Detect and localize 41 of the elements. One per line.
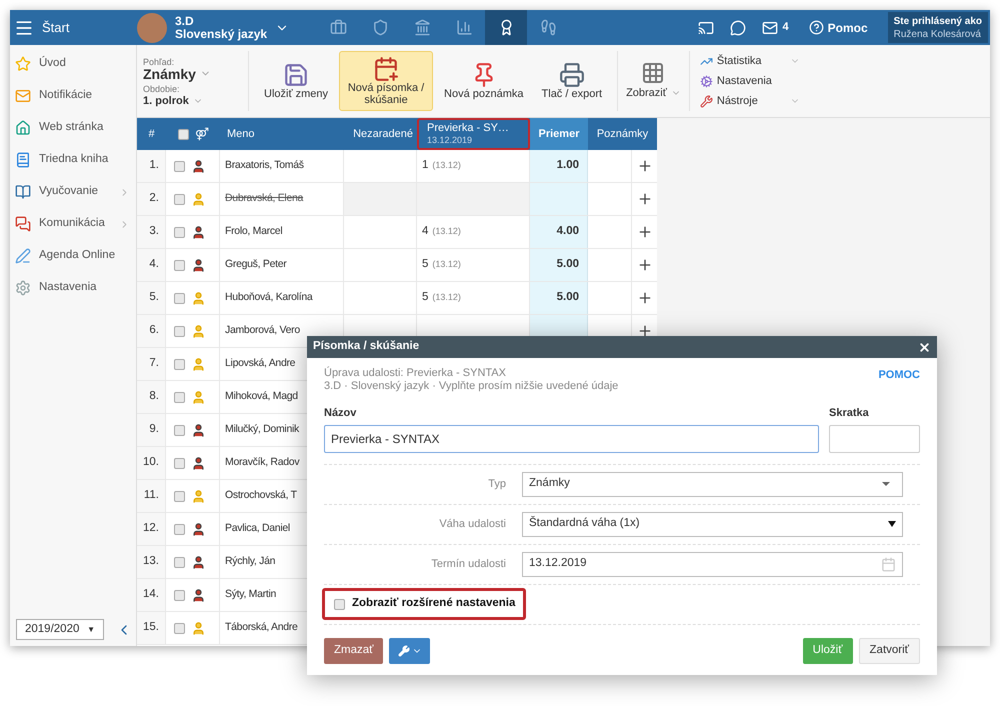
average-value: 5.00 <box>556 257 579 272</box>
row-number: 12. <box>137 513 166 545</box>
row-number: 9. <box>137 414 166 446</box>
row-number: 4. <box>137 249 166 281</box>
column-header: Priemer <box>530 118 588 150</box>
row-number: 6. <box>137 315 166 347</box>
field-label: Názov <box>324 406 358 421</box>
average-value: 5.00 <box>556 290 579 306</box>
grade-date: (13.12) <box>432 159 461 172</box>
field-label: Typ <box>487 476 507 492</box>
average-value: 4.00 <box>556 224 579 240</box>
column-header: # <box>147 126 156 142</box>
column-header: Poznámky <box>596 126 650 142</box>
gender-symbol: ⚤ <box>195 126 209 143</box>
dialog-subtitle: Úprava udalosti: Previerka - SYNTAX <box>324 367 507 380</box>
user-name: Ružena Kolesárová <box>894 28 982 40</box>
field-label: Termín udalosti <box>430 556 507 572</box>
column-header: Nezaradené <box>352 126 414 142</box>
row-number: 2. <box>137 183 166 215</box>
row-number: 5. <box>137 282 166 314</box>
row-number: 7. <box>137 348 166 380</box>
grade-date: (13.12) <box>432 258 461 272</box>
grade-date: (13.12) <box>432 225 461 238</box>
average-value: 1.00 <box>556 158 579 174</box>
row-number: 13. <box>137 546 166 578</box>
row-number: 10. <box>137 447 166 479</box>
dialog-subtitle: 3.D · Slovenský jazyk · Vyplňte prosím nižšie uvedené údaje <box>324 380 618 393</box>
view-label: Pohľad: <box>143 56 176 68</box>
field-label: Skratka <box>829 406 870 421</box>
message-count: 4 <box>782 20 789 36</box>
logged-in-label: Ste prihlásený ako <box>894 14 982 28</box>
period-label: Obdobie: <box>143 82 181 94</box>
field-label: Váha udalosti <box>438 516 507 532</box>
dialog-title: Písomka / skúšanie <box>313 339 420 354</box>
row-number: 14. <box>137 579 166 611</box>
row-number: 8. <box>137 381 166 413</box>
row-number: 15. <box>137 612 166 644</box>
grade-date: (13.12) <box>432 291 461 304</box>
row-number: 3. <box>137 216 166 248</box>
row-number: 1. <box>137 150 166 182</box>
row-number: 11. <box>137 480 166 512</box>
